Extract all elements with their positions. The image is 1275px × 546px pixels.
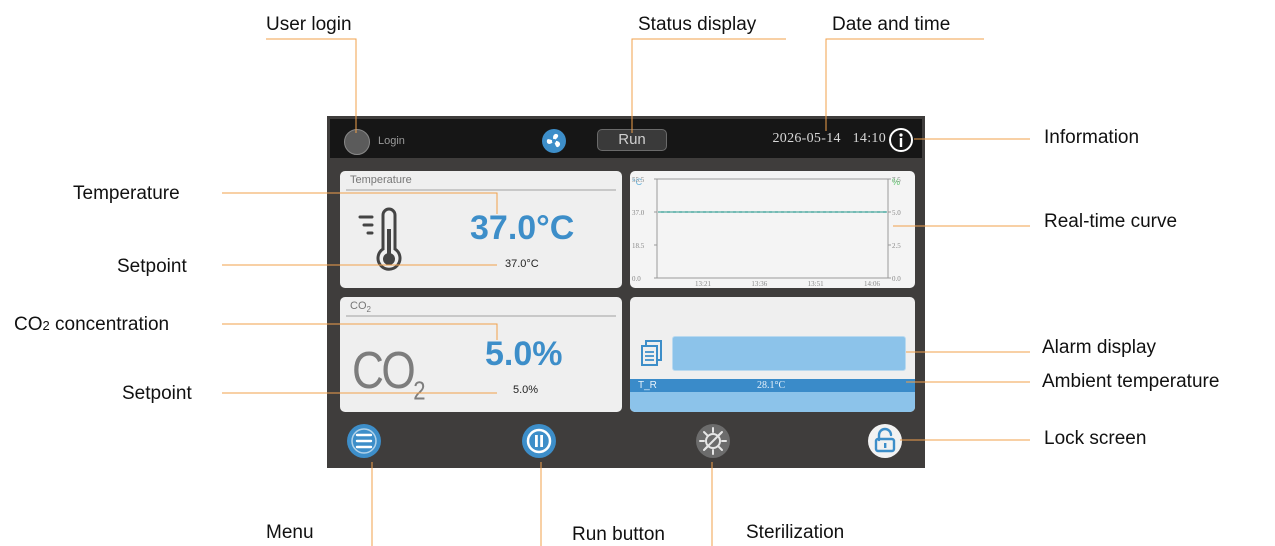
login-label[interactable]: Login bbox=[378, 135, 405, 147]
x-axis-tick: 13:51 bbox=[808, 280, 824, 288]
left-axis-tick: 55.5 bbox=[632, 176, 645, 184]
left-axis-tick: 37.0 bbox=[632, 209, 645, 217]
co2-title-sub: 2 bbox=[366, 305, 371, 315]
callout-run-button: Run button bbox=[572, 524, 665, 545]
callout-ambient-temperature: Ambient temperature bbox=[1042, 371, 1220, 392]
callout-realtime-curve: Real-time curve bbox=[1044, 211, 1178, 232]
callout-information: Information bbox=[1044, 127, 1140, 148]
realtime-curve-panel[interactable]: °C% 55.5 37.0 18.5 0.0 7.5 5.0 2.5 0.0 13:21 13:36… bbox=[630, 171, 915, 288]
menu-button[interactable] bbox=[347, 424, 381, 458]
callout-co2-concentration: CO2 concentration bbox=[14, 314, 169, 336]
callout-status-display: Status display bbox=[638, 14, 757, 35]
ambient-temperature-row: T_R 28.1°C bbox=[630, 379, 915, 392]
x-axis-tick: 13:21 bbox=[695, 280, 711, 288]
callout-co2-sub: 2 bbox=[42, 318, 50, 333]
unlocked-padlock-icon bbox=[874, 427, 896, 453]
realtime-curve-chart: °C %55.537.018.50.07.55.02.50.013:21 13:36… bbox=[632, 176, 901, 288]
co2-glyph-icon: CO2 bbox=[352, 341, 425, 406]
thermometer-icon bbox=[358, 207, 402, 271]
pause-icon bbox=[526, 428, 552, 454]
x-axis-tick: 13:36 bbox=[751, 280, 767, 288]
right-axis-tick: 0.0 bbox=[892, 275, 901, 283]
hamburger-icon bbox=[351, 428, 377, 454]
lock-screen-button[interactable] bbox=[868, 424, 902, 458]
callout-co2-suffix: concentration bbox=[49, 314, 170, 335]
right-axis-tick: 5.0 bbox=[892, 209, 901, 217]
callout-setpoint-co2: Setpoint bbox=[122, 383, 192, 404]
alarm-display-bar bbox=[672, 336, 906, 371]
date-time-display: 2026-05-14 14:10 bbox=[772, 131, 886, 147]
incubator-screen: Login Run 2026-05-14 14:10 Temperature 3… bbox=[327, 116, 925, 468]
x-axis-tick: 14:06 bbox=[864, 280, 880, 288]
run-button[interactable] bbox=[522, 424, 556, 458]
callout-temperature: Temperature bbox=[73, 183, 180, 204]
alarm-panel: T_R 28.1°C bbox=[630, 297, 915, 412]
callout-lock-screen: Lock screen bbox=[1044, 428, 1147, 449]
co2-setpoint: 5.0% bbox=[513, 384, 539, 396]
ambient-value: 28.1°C bbox=[757, 380, 786, 391]
temperature-panel[interactable]: Temperature 37.0°C 37.0°C bbox=[340, 171, 622, 288]
document-icon[interactable] bbox=[640, 339, 664, 367]
temperature-title: Temperature bbox=[350, 174, 412, 186]
fan-icon bbox=[542, 129, 566, 153]
time-text: 14:10 bbox=[852, 131, 886, 146]
panel-divider bbox=[346, 189, 616, 191]
callout-setpoint-temp: Setpoint bbox=[117, 256, 187, 277]
right-axis-tick: 2.5 bbox=[892, 242, 901, 250]
info-icon[interactable] bbox=[888, 127, 914, 153]
callout-date-time: Date and time bbox=[832, 14, 951, 35]
callout-sterilization: Sterilization bbox=[746, 522, 845, 543]
co2-value: 5.0% bbox=[485, 335, 563, 373]
temperature-setpoint: 37.0°C bbox=[505, 258, 539, 270]
left-axis-tick: 18.5 bbox=[632, 242, 645, 250]
panel-divider bbox=[346, 315, 616, 317]
co2-title-main: CO bbox=[350, 300, 367, 312]
top-status-bar: Login Run 2026-05-14 14:10 bbox=[330, 119, 922, 158]
callout-user-login: User login bbox=[266, 14, 352, 35]
co2-glyph-sub: 2 bbox=[413, 375, 426, 406]
right-axis-tick: 7.5 bbox=[892, 176, 901, 184]
user-avatar-icon[interactable] bbox=[344, 129, 370, 155]
ambient-label: T_R bbox=[638, 380, 657, 391]
sterilization-icon bbox=[699, 427, 727, 455]
temperature-value: 37.0°C bbox=[470, 209, 575, 247]
status-display: Run bbox=[597, 129, 667, 151]
callout-co2-prefix: CO bbox=[14, 314, 43, 335]
co2-glyph-main: CO bbox=[352, 342, 416, 400]
callout-alarm-display: Alarm display bbox=[1042, 337, 1157, 358]
ambient-fill bbox=[630, 392, 915, 412]
callout-menu: Menu bbox=[266, 522, 314, 543]
sterilization-button[interactable] bbox=[696, 424, 730, 458]
co2-panel[interactable]: CO2 CO2 5.0% 5.0% bbox=[340, 297, 622, 412]
left-axis-tick: 0.0 bbox=[632, 275, 641, 283]
chart-plot-frame bbox=[656, 178, 889, 279]
date-text: 2026-05-14 bbox=[772, 131, 841, 146]
co2-title: CO2 bbox=[350, 300, 371, 314]
